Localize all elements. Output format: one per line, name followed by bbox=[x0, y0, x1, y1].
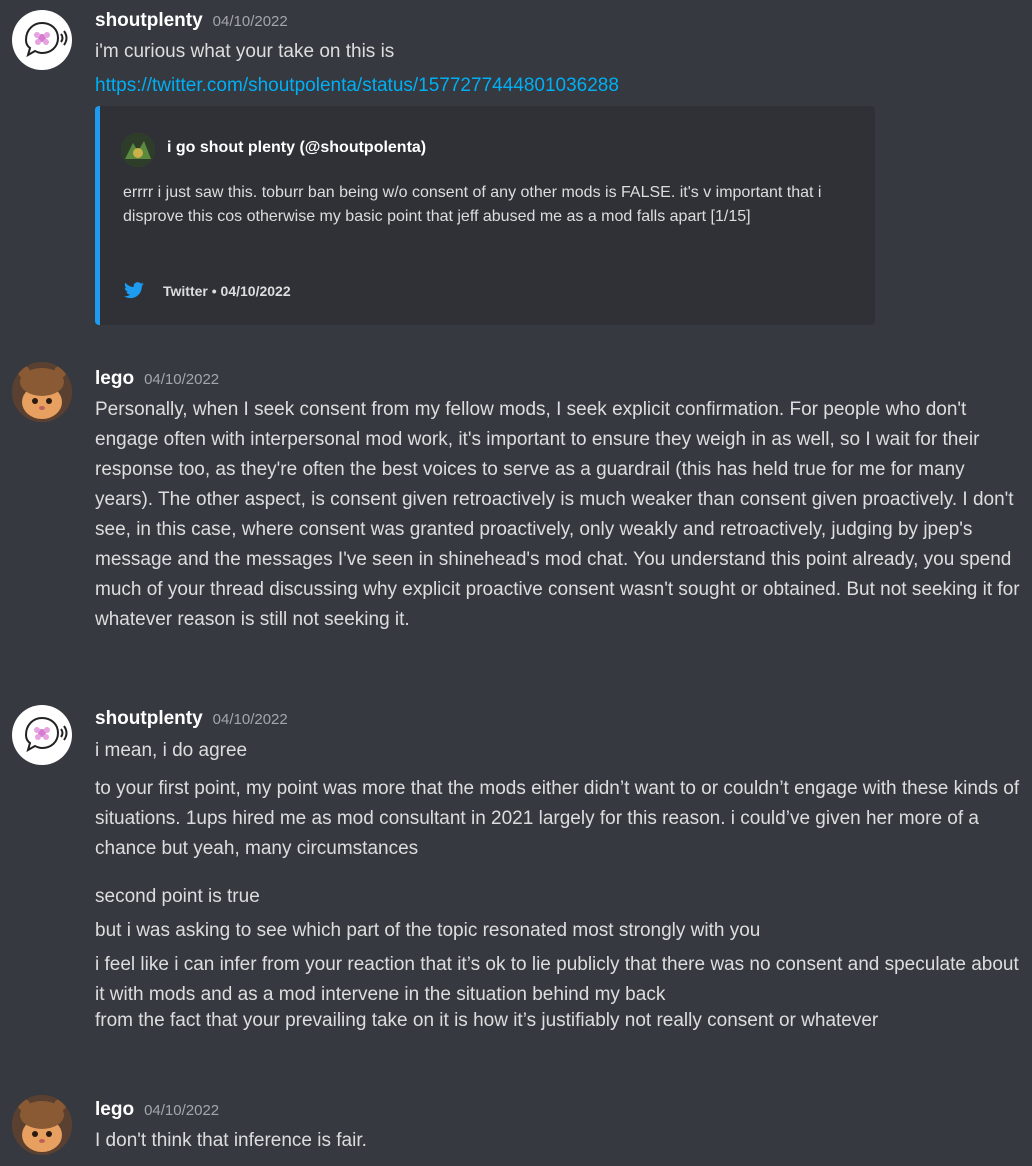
message-text: second point is true bbox=[95, 886, 260, 907]
username[interactable]: lego 04/10/2022 bbox=[95, 1099, 219, 1121]
timestamp: 04/10/2022 bbox=[144, 1102, 220, 1119]
message-text: to your first point, my point was more t… bbox=[95, 778, 1020, 859]
username[interactable]: lego 04/10/2022 bbox=[95, 368, 219, 390]
speech-bubble-avatar-icon bbox=[13, 11, 71, 69]
avatar[interactable] bbox=[12, 1095, 72, 1155]
message: shoutplenty 04/10/2022 i'm curious what y… bbox=[0, 0, 1032, 340]
message-text: but i was asking to see which part of th… bbox=[95, 920, 761, 941]
message-text: I don't think that inference is fair. bbox=[95, 1130, 367, 1151]
cat-bear-hat-avatar-icon bbox=[12, 1095, 72, 1155]
timestamp: 04/10/2022 bbox=[212, 13, 288, 30]
message-text: from the fact that your prevailing take … bbox=[95, 1010, 879, 1031]
tweet-link[interactable]: https://twitter.com/shoutpolenta/status/… bbox=[95, 75, 619, 97]
speech-bubble-avatar-icon bbox=[13, 706, 71, 764]
message: shoutplenty 04/10/2022 i mean, i do agree… bbox=[0, 700, 1032, 1060]
username[interactable]: shoutplenty 04/10/2022 bbox=[95, 708, 288, 730]
message: lego 04/10/2022 Personally, when I seek c… bbox=[0, 350, 1032, 695]
twitter-bird-icon bbox=[123, 282, 145, 303]
avatar[interactable] bbox=[12, 705, 72, 765]
embed-author[interactable]: i go shout plenty (@shoutpolenta) bbox=[167, 139, 426, 157]
twitter-embed: i go shout plenty (@shoutpolenta) errrr … bbox=[95, 106, 875, 325]
avatar[interactable] bbox=[12, 362, 72, 422]
avatar[interactable] bbox=[12, 10, 72, 70]
message-text: i mean, i do agree bbox=[95, 740, 248, 761]
message-text: i'm curious what your take on this is bbox=[95, 41, 395, 62]
embed-footer: Twitter • 04/10/2022 bbox=[123, 282, 291, 303]
timestamp: 04/10/2022 bbox=[144, 371, 220, 388]
embed-description: errrr i just saw this. toburr ban being … bbox=[123, 184, 822, 225]
message-text: Personally, when I seek consent from my … bbox=[95, 399, 1020, 630]
embed-author-avatar[interactable] bbox=[121, 133, 155, 167]
message-text: i feel like i can infer from your reacti… bbox=[95, 954, 1019, 1005]
cat-bear-hat-avatar-icon bbox=[12, 362, 72, 422]
username[interactable]: shoutplenty 04/10/2022 bbox=[95, 10, 288, 32]
timestamp: 04/10/2022 bbox=[212, 711, 288, 728]
embed-avatar-icon bbox=[121, 133, 155, 167]
message: lego 04/10/2022 I don't think that infere… bbox=[0, 1085, 1032, 1166]
